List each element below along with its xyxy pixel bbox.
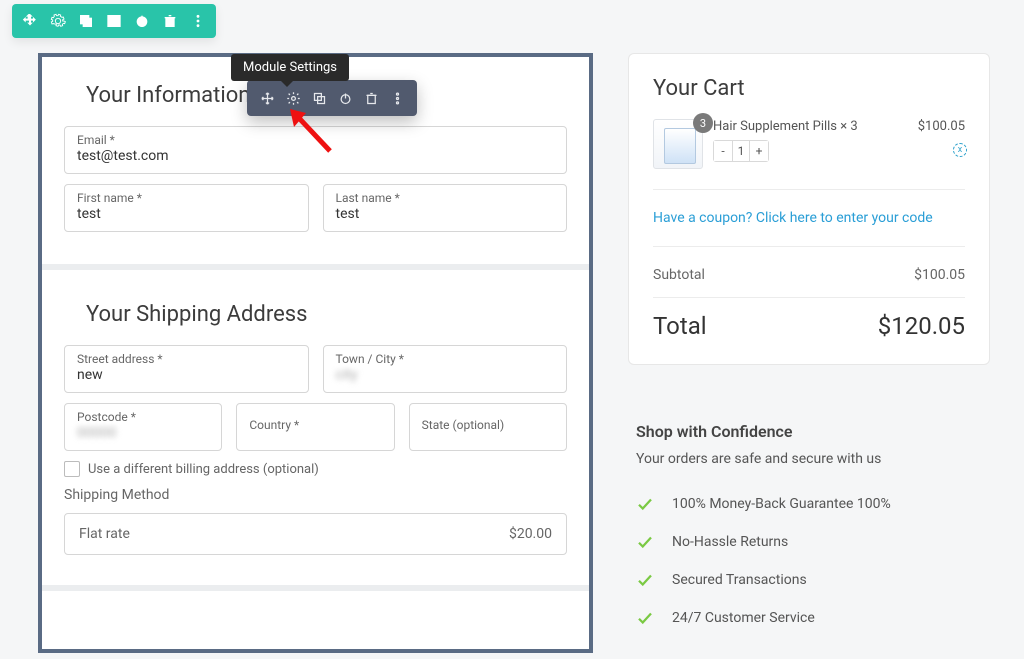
qty-badge: 3: [693, 113, 713, 133]
duplicate-icon[interactable]: [73, 8, 99, 34]
town-field[interactable]: Town / City * city: [323, 345, 568, 393]
cart-item-row: 3 Hair Supplement Pills × 3 - 1 + $100.0…: [653, 119, 965, 169]
country-label: Country *: [249, 418, 381, 432]
divider: [653, 246, 965, 247]
confidence-subtitle: Your orders are safe and secure with us: [636, 451, 982, 467]
more-icon[interactable]: [185, 8, 211, 34]
gear-icon[interactable]: [45, 8, 71, 34]
confidence-title: Shop with Confidence: [636, 422, 982, 441]
qty-value: 1: [732, 141, 750, 161]
confidence-text: Secured Transactions: [672, 572, 807, 588]
next-section-peek: [42, 591, 589, 621]
last-name-label: Last name *: [336, 191, 555, 205]
first-name-value: test: [77, 206, 296, 222]
quantity-stepper[interactable]: - 1 +: [713, 140, 769, 162]
row-toolbar[interactable]: [12, 4, 216, 38]
total-row: Total $120.05: [653, 312, 965, 340]
last-name-value: test: [336, 206, 555, 222]
qty-decrease-button[interactable]: -: [714, 141, 732, 161]
trash-icon[interactable]: [359, 86, 383, 110]
tooltip-module-settings: Module Settings: [231, 54, 349, 81]
first-name-field[interactable]: First name * test: [64, 184, 309, 232]
subtotal-label: Subtotal: [653, 267, 705, 283]
subtotal-row: Subtotal $100.05: [653, 267, 965, 283]
check-icon: [636, 571, 654, 589]
town-label: Town / City *: [336, 352, 555, 366]
flat-rate-label: Flat rate: [79, 526, 130, 542]
divider: [653, 297, 965, 298]
column-icon[interactable]: [101, 8, 127, 34]
check-icon: [636, 533, 654, 551]
flat-rate-price: $20.00: [509, 526, 552, 542]
list-item: 100% Money-Back Guarantee 100%: [636, 485, 982, 523]
confidence-section: Shop with Confidence Your orders are saf…: [628, 410, 990, 637]
subtotal-value: $100.05: [914, 267, 965, 283]
shipping-method-heading: Shipping Method: [64, 487, 567, 503]
street-field[interactable]: Street address * new: [64, 345, 309, 393]
more-icon[interactable]: [385, 86, 409, 110]
first-name-label: First name *: [77, 191, 296, 205]
cart-item-name: Hair Supplement Pills × 3: [713, 119, 908, 134]
move-icon[interactable]: [17, 8, 43, 34]
last-name-field[interactable]: Last name * test: [323, 184, 568, 232]
confidence-text: No-Hassle Returns: [672, 534, 788, 550]
list-item: 24/7 Customer Service: [636, 599, 982, 637]
power-icon[interactable]: [333, 86, 357, 110]
coupon-link[interactable]: Have a coupon? Click here to enter your …: [653, 210, 965, 226]
total-value: $120.05: [878, 312, 965, 340]
state-field[interactable]: State (optional): [409, 403, 567, 451]
move-icon[interactable]: [255, 86, 279, 110]
list-item: No-Hassle Returns: [636, 523, 982, 561]
cart-card: Your Cart 3 Hair Supplement Pills × 3 - …: [628, 53, 990, 365]
confidence-text: 24/7 Customer Service: [672, 610, 815, 626]
confidence-list: 100% Money-Back Guarantee 100% No-Hassle…: [636, 485, 982, 637]
section-title-shipping: Your Shipping Address: [86, 302, 567, 327]
trash-icon[interactable]: [157, 8, 183, 34]
confidence-text: 100% Money-Back Guarantee 100%: [672, 496, 891, 512]
remove-item-button[interactable]: x: [953, 143, 967, 157]
postcode-label: Postcode *: [77, 410, 209, 424]
street-label: Street address *: [77, 352, 296, 366]
shipping-method-option[interactable]: Flat rate $20.00: [64, 513, 567, 555]
qty-increase-button[interactable]: +: [750, 141, 768, 161]
different-billing-checkbox-row[interactable]: Use a different billing address (optiona…: [64, 461, 567, 477]
street-value: new: [77, 367, 296, 383]
country-field[interactable]: Country *: [236, 403, 394, 451]
postcode-field[interactable]: Postcode * 00000: [64, 403, 222, 451]
gear-icon[interactable]: [281, 86, 305, 110]
cart-title: Your Cart: [653, 76, 965, 101]
divider: [653, 189, 965, 190]
cart-item-price: $100.05: [918, 119, 965, 134]
check-icon: [636, 495, 654, 513]
power-icon[interactable]: [129, 8, 155, 34]
total-label: Total: [653, 312, 707, 340]
check-icon: [636, 609, 654, 627]
duplicate-icon[interactable]: [307, 86, 331, 110]
town-value: city: [336, 367, 555, 383]
list-item: Secured Transactions: [636, 561, 982, 599]
state-label: State (optional): [422, 418, 554, 432]
checkbox-icon[interactable]: [64, 461, 80, 477]
postcode-value: 00000: [77, 425, 209, 441]
different-billing-label: Use a different billing address (optiona…: [88, 462, 319, 477]
annotation-arrow: [288, 109, 338, 159]
